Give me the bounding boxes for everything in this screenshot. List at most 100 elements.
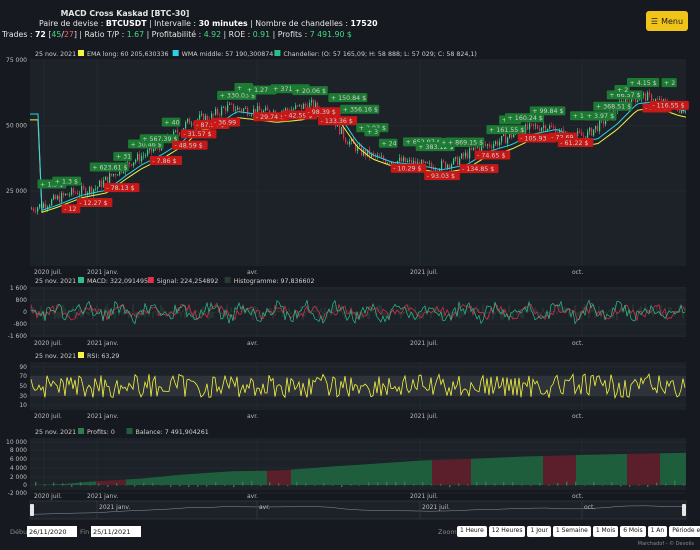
menu-label: Menu	[661, 16, 684, 26]
x-tick-label: avr.	[247, 340, 258, 347]
candle-body	[473, 147, 475, 150]
balance-bar	[186, 474, 190, 485]
balance-bar	[153, 477, 157, 485]
balance-bar	[618, 454, 622, 485]
range-navigator[interactable]: 2021 janv. avr. 2021 juil. oct.	[29, 500, 687, 520]
candle-body	[435, 169, 437, 171]
zoom-6m-button[interactable]: 6 Mois	[620, 526, 646, 537]
candle-body	[511, 133, 513, 138]
x-tick-label: oct.	[572, 493, 583, 500]
balance-bar	[585, 454, 589, 485]
balance-bar	[72, 483, 76, 485]
end-date-input[interactable]	[91, 526, 141, 537]
credit-text: Marchadof - © Devolis	[637, 541, 694, 547]
zoom-1y-button[interactable]: 1 An	[647, 526, 668, 537]
balance-bar	[159, 476, 163, 485]
profit-bar	[278, 483, 280, 486]
charts-area[interactable]: 75 000 50 000 25 000 2020 juil. 2021 janv. av…	[0, 40, 700, 520]
zoom-1m-button[interactable]: 1 Mois	[592, 526, 619, 537]
candle-body	[499, 141, 501, 146]
balance-bar	[612, 454, 616, 485]
zoom-all-button[interactable]: Période entière	[669, 526, 700, 537]
balance-bar	[522, 456, 526, 485]
trade-label: - 61.22 $	[560, 140, 588, 147]
zoom-1w-button[interactable]: 1 Semaine	[552, 526, 591, 537]
candle-body	[545, 125, 547, 131]
candle-body	[71, 188, 73, 195]
profit-bar	[458, 483, 460, 486]
page-title: MACD Cross Kaskad [BTC-30]	[60, 9, 190, 18]
balance-bar	[108, 480, 112, 485]
rsi-panel[interactable]: 90 70 50 30 10 2020 juil. 2021 janv. avr. 2021 j…	[19, 352, 686, 420]
candle-body	[387, 162, 389, 164]
candle-body	[189, 118, 191, 124]
balance-bar	[657, 453, 661, 485]
zoom-1h-button[interactable]: 1 Heure	[457, 526, 487, 537]
candle-body	[347, 142, 349, 145]
balance-bar	[360, 464, 364, 485]
candle-body	[243, 108, 245, 112]
trade-label: + 869.15 $	[448, 139, 483, 146]
candle-body	[101, 180, 103, 187]
candle-body	[77, 192, 79, 195]
candle-body	[61, 193, 63, 203]
profit-bar	[350, 484, 352, 486]
x-tick-label: 2021 juil.	[410, 413, 438, 420]
menu-button[interactable]: ☰ Menu	[646, 11, 688, 31]
x-tick-label: 2021 janv.	[87, 269, 118, 276]
profit-bar	[314, 484, 316, 486]
candle-body	[131, 164, 133, 166]
balance-bar	[672, 453, 676, 485]
profit-bar	[188, 485, 190, 487]
profit-bar	[548, 484, 550, 486]
balance-bar	[561, 455, 565, 485]
candle-body	[225, 107, 227, 111]
zoom-12h-button[interactable]: 12 Heures	[488, 526, 526, 537]
trade-label: - 93.03 $	[427, 173, 455, 180]
balance-bar	[450, 459, 454, 485]
balance-bar	[666, 453, 670, 485]
balance-bar	[390, 462, 394, 485]
profit-bar	[341, 485, 343, 488]
y-tick-label: 90	[19, 364, 27, 371]
profit-bar	[575, 481, 577, 486]
candle-body	[39, 204, 41, 208]
price-panel[interactable]: 75 000 50 000 25 000 2020 juil. 2021 janv. av…	[6, 50, 689, 276]
interval-label: | Intervalle :	[149, 19, 197, 28]
zoom-1d-button[interactable]: 1 Jour	[527, 526, 551, 537]
profit-bar	[593, 481, 595, 486]
candle-body	[501, 135, 503, 142]
trade-label: + 3	[367, 129, 378, 136]
profit-bar	[170, 485, 172, 488]
balance-bar	[369, 463, 373, 485]
balance-bar	[507, 457, 511, 485]
balance-bar	[525, 456, 529, 485]
candle-body	[503, 134, 505, 136]
macd-panel[interactable]: 1 600 800 0 -800 -1 600 2020 juil. 2021 janv. a…	[8, 277, 686, 347]
candle-body	[33, 208, 35, 211]
candle-body	[553, 126, 555, 129]
profit-bar	[53, 482, 55, 486]
candle-body	[129, 161, 131, 165]
profit-bar	[260, 485, 262, 486]
candle-body	[431, 163, 433, 168]
balance-bar	[216, 472, 220, 485]
start-date-input[interactable]	[27, 526, 77, 537]
profit-bar	[449, 485, 451, 488]
balance-bar	[306, 468, 310, 485]
profit-bar	[125, 485, 127, 486]
candle-body	[57, 195, 59, 200]
balance-bar	[543, 455, 547, 485]
candle-body	[679, 110, 681, 113]
profit-bar	[557, 483, 559, 486]
balance-bar	[600, 454, 604, 485]
x-tick-label: 2021 juil.	[410, 493, 438, 500]
profit-bar	[134, 485, 136, 487]
candle-body	[475, 147, 477, 149]
profit-panel[interactable]: 10 0008 000 6 000 4 000 2 0000-2 000 2020 ju…	[6, 428, 687, 500]
balance-bar	[126, 479, 130, 485]
balance-bar	[405, 461, 409, 485]
candle-body	[241, 109, 243, 112]
legend-swatch	[147, 277, 154, 283]
balance-bar	[300, 468, 304, 485]
